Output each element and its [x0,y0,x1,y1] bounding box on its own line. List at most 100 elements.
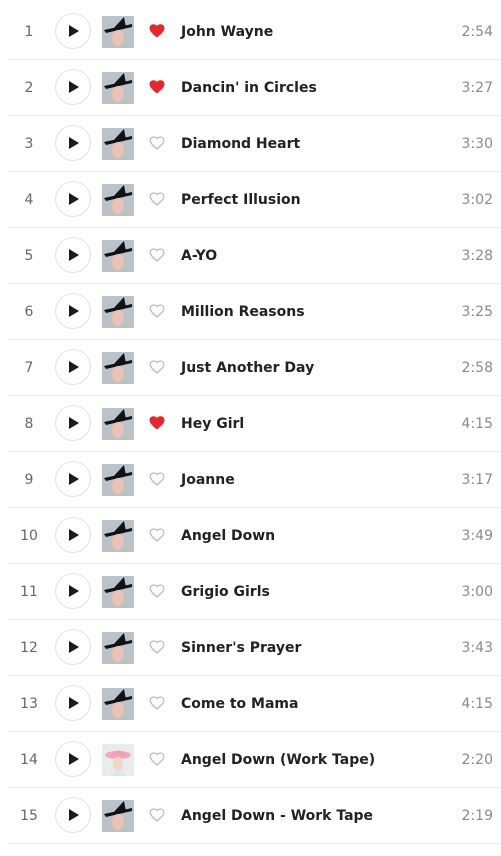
play-button[interactable] [55,405,91,441]
album-cover[interactable] [102,800,134,832]
album-cover[interactable] [102,744,134,776]
track-number: 1 [24,23,34,40]
album-cover[interactable] [102,128,134,160]
track-number: 10 [20,527,38,544]
track-row[interactable]: 12 Sinner's Prayer 3:43 [9,620,501,676]
track-title[interactable]: Come to Mama [181,696,298,712]
track-row[interactable]: 3 Diamond Heart 3:30 [9,116,501,172]
track-row[interactable]: 9 Joanne 3:17 [9,452,501,508]
heart-filled-icon[interactable] [148,78,166,96]
album-cover[interactable] [102,632,134,664]
track-title[interactable]: Angel Down (Work Tape) [181,752,375,768]
album-cover[interactable] [102,576,134,608]
album-cover[interactable] [102,240,134,272]
play-button[interactable] [55,69,91,105]
track-title[interactable]: A-YO [181,248,217,264]
play-button[interactable] [55,573,91,609]
album-cover[interactable] [102,296,134,328]
play-icon [65,528,81,542]
track-title[interactable]: Just Another Day [181,360,314,376]
track-title[interactable]: Perfect Illusion [181,192,301,208]
play-button[interactable] [55,461,91,497]
track-row[interactable]: 14 Angel Down (Work Tape) 2:20 [9,732,501,788]
play-button[interactable] [55,517,91,553]
album-cover[interactable] [102,184,134,216]
heart-outline-icon[interactable] [148,134,166,152]
album-cover[interactable] [102,16,134,48]
play-icon [65,472,81,486]
track-duration: 3:28 [461,247,493,264]
heart-outline-icon[interactable] [148,582,166,600]
heart-outline-icon[interactable] [148,302,166,320]
play-button[interactable] [55,741,91,777]
track-row[interactable]: 15 Angel Down - Work Tape 2:19 [9,788,501,844]
track-number: 7 [24,359,34,376]
track-row[interactable]: 5 A-YO 3:28 [9,228,501,284]
track-number: 12 [20,639,38,656]
track-title[interactable]: Diamond Heart [181,136,300,152]
heart-outline-icon[interactable] [148,246,166,264]
heart-outline-icon[interactable] [148,694,166,712]
album-cover[interactable] [102,688,134,720]
track-row[interactable]: 1 John Wayne 2:54 [9,4,501,60]
play-icon [65,696,81,710]
heart-outline-icon[interactable] [148,190,166,208]
track-title[interactable]: Sinner's Prayer [181,640,301,656]
track-row[interactable]: 7 Just Another Day 2:58 [9,340,501,396]
track-row[interactable]: 8 Hey Girl 4:15 [9,396,501,452]
heart-outline-icon[interactable] [148,806,166,824]
track-row[interactable]: 4 Perfect Illusion 3:02 [9,172,501,228]
heart-outline-icon[interactable] [148,526,166,544]
track-duration: 4:15 [461,695,493,712]
play-button[interactable] [55,797,91,833]
play-button[interactable] [55,685,91,721]
play-button[interactable] [55,125,91,161]
track-row[interactable]: 10 Angel Down 3:49 [9,508,501,564]
track-row[interactable]: 13 Come to Mama 4:15 [9,676,501,732]
play-icon [65,136,81,150]
album-cover[interactable] [102,408,134,440]
track-row[interactable]: 6 Million Reasons 3:25 [9,284,501,340]
track-title[interactable]: Dancin' in Circles [181,80,317,96]
heart-outline-icon[interactable] [148,470,166,488]
play-icon [65,248,81,262]
track-title[interactable]: Joanne [181,472,235,488]
track-title[interactable]: Angel Down [181,528,275,544]
heart-filled-icon[interactable] [148,414,166,432]
track-duration: 3:17 [461,471,493,488]
track-title[interactable]: Million Reasons [181,304,305,320]
album-cover[interactable] [102,72,134,104]
play-icon [65,24,81,38]
play-icon [65,80,81,94]
track-number: 5 [24,247,34,264]
track-number: 8 [24,415,34,432]
heart-outline-icon[interactable] [148,358,166,376]
play-button[interactable] [55,181,91,217]
album-cover[interactable] [102,464,134,496]
heart-filled-icon[interactable] [148,22,166,40]
heart-outline-icon[interactable] [148,750,166,768]
play-button[interactable] [55,349,91,385]
track-row[interactable]: 2 Dancin' in Circles 3:27 [9,60,501,116]
track-title[interactable]: Hey Girl [181,416,244,432]
play-icon [65,192,81,206]
heart-outline-icon[interactable] [148,638,166,656]
track-duration: 3:27 [461,79,493,96]
play-button[interactable] [55,293,91,329]
track-duration: 3:49 [461,527,493,544]
track-number: 2 [24,79,34,96]
track-title[interactable]: Grigio Girls [181,584,270,600]
track-number: 13 [20,695,38,712]
album-cover[interactable] [102,520,134,552]
play-icon [65,360,81,374]
play-button[interactable] [55,629,91,665]
play-button[interactable] [55,13,91,49]
track-row[interactable]: 11 Grigio Girls 3:00 [9,564,501,620]
play-icon [65,416,81,430]
track-number: 6 [24,303,34,320]
play-button[interactable] [55,237,91,273]
album-cover[interactable] [102,352,134,384]
track-title[interactable]: Angel Down - Work Tape [181,808,373,824]
track-title[interactable]: John Wayne [181,24,273,40]
track-duration: 3:30 [461,135,493,152]
